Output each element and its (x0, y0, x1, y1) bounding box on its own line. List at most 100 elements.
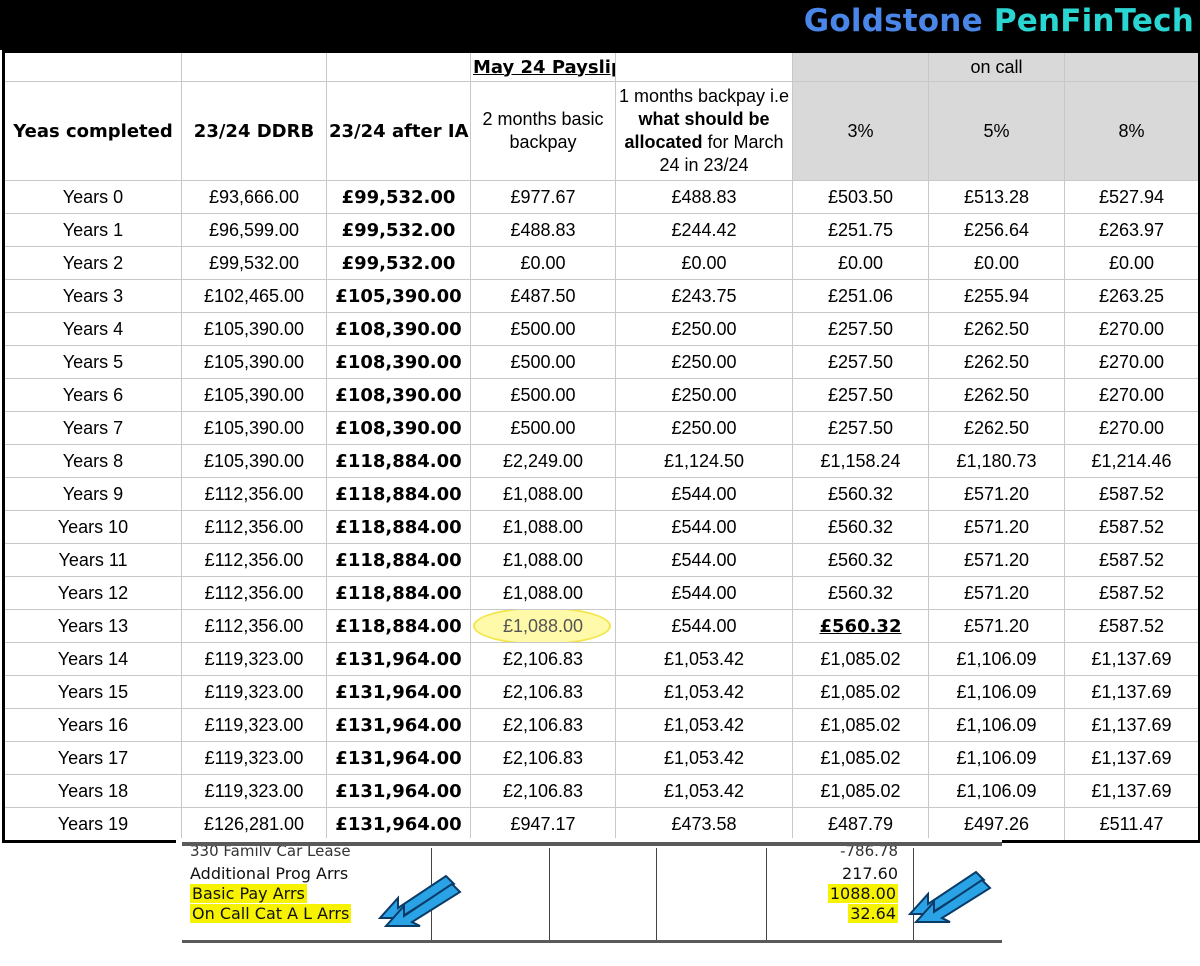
brand-bar: Goldstone PenFinTech (0, 0, 1200, 50)
ddrb-cell: £112,356.00 (181, 510, 327, 544)
after-ia-cell: £99,532.00 (326, 246, 471, 280)
years-cell: Years 16 (3, 708, 182, 742)
years-cell: Years 9 (3, 477, 182, 511)
table-row: Years 11 £112,356.00 £118,884.00 £1,088.00 £… (3, 543, 1200, 577)
payslip-item-label: Additional Prog Arrs (190, 864, 349, 883)
basic-backpay-cell: £2,106.83 (470, 708, 616, 742)
arrow-left-icon (377, 874, 462, 927)
on-call-3pct-cell: £1,085.02 (792, 708, 929, 742)
on-call-8pct-cell: £270.00 (1064, 411, 1200, 445)
col-header-years: Yeas completed (3, 81, 182, 181)
col-header-one-month-backpay: 1 months backpay i.e what should be allo… (615, 81, 793, 181)
one-month-backpay-cell: £544.00 (615, 609, 793, 643)
basic-backpay-cell: £1,088.00 (470, 543, 616, 577)
col-header-one-month-pre: 1 months backpay i.e (618, 86, 790, 106)
on-call-3pct-cell: £257.50 (792, 312, 929, 346)
basic-backpay-cell: £2,106.83 (470, 675, 616, 709)
on-call-3pct-cell: £487.79 (792, 807, 929, 842)
one-month-backpay-cell: £244.42 (615, 213, 793, 247)
table-row: Years 9 £112,356.00 £118,884.00 £1,088.00 £5… (3, 477, 1200, 511)
after-ia-cell: £118,884.00 (326, 576, 471, 610)
basic-backpay-cell: £2,106.83 (470, 741, 616, 775)
payslip-column-rule (549, 848, 550, 940)
on-call-5pct-cell: £262.50 (928, 378, 1065, 412)
years-cell: Years 0 (3, 180, 182, 214)
on-call-5pct-cell: £262.50 (928, 411, 1065, 445)
basic-backpay-cell: £947.17 (470, 807, 616, 842)
one-month-backpay-cell: £250.00 (615, 345, 793, 379)
one-month-backpay-cell: £1,053.42 (615, 642, 793, 676)
years-cell: Years 5 (3, 345, 182, 379)
payslip-cut-amount: -786.78 (840, 846, 898, 856)
on-call-3pct-cell: £0.00 (792, 246, 929, 280)
years-cell: Years 3 (3, 279, 182, 313)
on-call-8pct-cell: £270.00 (1064, 345, 1200, 379)
after-ia-cell: £108,390.00 (326, 312, 471, 346)
after-ia-cell: £118,884.00 (326, 510, 471, 544)
years-cell: Years 17 (3, 741, 182, 775)
after-ia-cell: £118,884.00 (326, 477, 471, 511)
payslip-item-label: On Call Cat A L Arrs (190, 904, 352, 923)
on-call-3pct-cell: £1,085.02 (792, 675, 929, 709)
one-month-backpay-cell: £1,053.42 (615, 741, 793, 775)
years-cell: Years 19 (3, 807, 182, 842)
payslip-item-amount: 32.64 (848, 904, 898, 923)
after-ia-cell: £131,964.00 (326, 774, 471, 808)
on-call-header: on call (928, 51, 1065, 82)
group-header-cell (1064, 51, 1200, 82)
on-call-5pct-cell: £262.50 (928, 312, 1065, 346)
table-row: Years 12 £112,356.00 £118,884.00 £1,088.00 £… (3, 576, 1200, 610)
table-row: Years 4 £105,390.00 £108,390.00 £500.00 £250… (3, 312, 1200, 346)
on-call-3pct-cell: £1,085.02 (792, 741, 929, 775)
one-month-backpay-cell: £0.00 (615, 246, 793, 280)
on-call-3pct-cell: £257.50 (792, 345, 929, 379)
payslip-item-label: Basic Pay Arrs (190, 884, 307, 903)
on-call-3pct-cell: £251.75 (792, 213, 929, 247)
one-month-backpay-cell: £544.00 (615, 543, 793, 577)
on-call-3pct-cell: £560.32 (792, 609, 929, 643)
ddrb-cell: £96,599.00 (181, 213, 327, 247)
years-cell: Years 6 (3, 378, 182, 412)
on-call-3pct-cell: £560.32 (792, 576, 929, 610)
table-row: Years 16 £119,323.00 £131,964.00 £2,106.83 £… (3, 708, 1200, 742)
table-row: Years 2 £99,532.00 £99,532.00 £0.00 £0.00 £0.… (3, 246, 1200, 280)
after-ia-cell: £131,964.00 (326, 708, 471, 742)
on-call-8pct-cell: £587.52 (1064, 477, 1200, 511)
table-row: Years 7 £105,390.00 £108,390.00 £500.00 £250… (3, 411, 1200, 445)
ddrb-cell: £105,390.00 (181, 345, 327, 379)
col-header-ddrb: 23/24 DDRB (181, 81, 327, 181)
one-month-backpay-cell: £1,053.42 (615, 774, 793, 808)
one-month-backpay-cell: £544.00 (615, 477, 793, 511)
ddrb-cell: £119,323.00 (181, 741, 327, 775)
years-cell: Years 13 (3, 609, 182, 643)
ddrb-cell: £112,356.00 (181, 543, 327, 577)
after-ia-cell: £108,390.00 (326, 378, 471, 412)
basic-backpay-cell: £487.50 (470, 279, 616, 313)
col-header-3pct: 3% (792, 81, 929, 181)
on-call-5pct-cell: £1,106.09 (928, 675, 1065, 709)
on-call-8pct-cell: £1,137.69 (1064, 642, 1200, 676)
on-call-3pct-cell: £1,085.02 (792, 642, 929, 676)
payslip-item-amount: 1088.00 (827, 884, 898, 903)
on-call-8pct-cell: £270.00 (1064, 378, 1200, 412)
col-header-after-ia: 23/24 after IA (326, 81, 471, 181)
basic-backpay-cell: £977.67 (470, 180, 616, 214)
ddrb-cell: £112,356.00 (181, 477, 327, 511)
payslip-header: May 24 Payslip (470, 51, 616, 82)
on-call-8pct-cell: £1,214.46 (1064, 444, 1200, 478)
ddrb-cell: £119,323.00 (181, 708, 327, 742)
table-row: Years 14 £119,323.00 £131,964.00 £2,106.83 £… (3, 642, 1200, 676)
on-call-5pct-cell: £513.28 (928, 180, 1065, 214)
on-call-5pct-cell: £497.26 (928, 807, 1065, 842)
arrow-left-icon (907, 870, 992, 923)
on-call-5pct-cell: £256.64 (928, 213, 1065, 247)
table-row: Years 3 £102,465.00 £105,390.00 £487.50 £243… (3, 279, 1200, 313)
years-cell: Years 8 (3, 444, 182, 478)
payslip-column-rule (656, 848, 657, 940)
basic-backpay-cell: £500.00 (470, 378, 616, 412)
on-call-8pct-cell: £1,137.69 (1064, 741, 1200, 775)
group-header-cell (792, 51, 929, 82)
basic-backpay-cell: £2,249.00 (470, 444, 616, 478)
after-ia-cell: £105,390.00 (326, 279, 471, 313)
ddrb-cell: £112,356.00 (181, 609, 327, 643)
